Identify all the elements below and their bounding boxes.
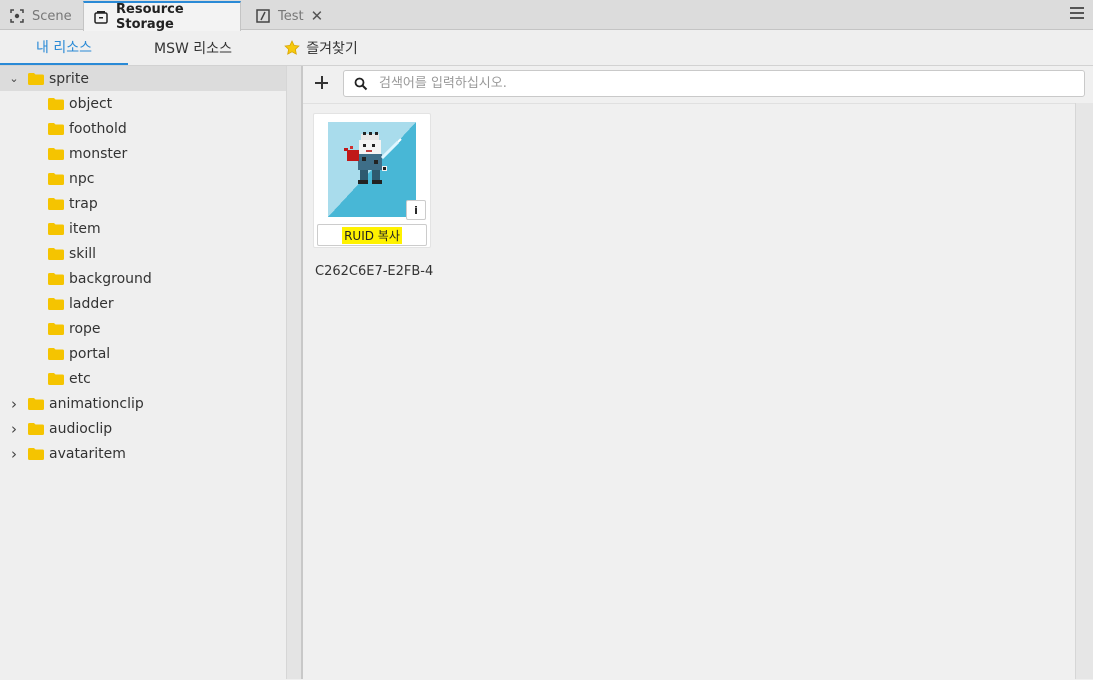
tree-folder-label: audioclip bbox=[49, 420, 113, 437]
folder-icon bbox=[48, 297, 64, 310]
resource-ruid-caption: C262C6E7-E2FB-4 bbox=[315, 264, 434, 279]
tree-folder-background[interactable]: background bbox=[0, 266, 286, 291]
folder-icon bbox=[48, 97, 64, 110]
expand-chevron-icon[interactable]: › bbox=[8, 395, 20, 413]
tree-folder-rope[interactable]: rope bbox=[0, 316, 286, 341]
tree-folder-item[interactable]: item bbox=[0, 216, 286, 241]
tree-folder-ladder[interactable]: ladder bbox=[0, 291, 286, 316]
hamburger-menu-icon[interactable] bbox=[1070, 7, 1084, 21]
folder-icon bbox=[48, 172, 64, 185]
add-resource-button[interactable] bbox=[313, 74, 331, 92]
folder-icon bbox=[28, 397, 44, 410]
folder-icon bbox=[28, 72, 44, 85]
resource-browser: i RUID 복사 C262C6E7-E2FB-4 bbox=[303, 66, 1093, 680]
folder-icon bbox=[28, 447, 44, 460]
tab-test[interactable]: Test ✕ bbox=[246, 2, 332, 30]
editor-tab-strip: Scene Resource Storage Test ✕ bbox=[0, 0, 1093, 32]
tree-folder-label: background bbox=[69, 270, 152, 287]
copy-ruid-button[interactable]: RUID 복사 bbox=[317, 224, 427, 246]
tree-folder-foothold[interactable]: foothold bbox=[0, 116, 286, 141]
tree-folder-npc[interactable]: npc bbox=[0, 166, 286, 191]
tree-scrollbar[interactable] bbox=[286, 66, 302, 679]
folder-icon bbox=[48, 322, 64, 335]
resource-card[interactable]: i RUID 복사 bbox=[313, 113, 431, 248]
info-button[interactable]: i bbox=[406, 200, 426, 220]
folder-icon bbox=[28, 422, 44, 435]
tree-folder-label: object bbox=[69, 95, 113, 112]
tree-folder-etc[interactable]: etc bbox=[0, 366, 286, 391]
folder-tree: ⌄ sprite object foothold monster npc tra… bbox=[0, 66, 286, 679]
tree-folder-label: item bbox=[69, 220, 101, 237]
tree-folder-label: avataritem bbox=[49, 445, 126, 462]
folder-icon bbox=[48, 197, 64, 210]
tree-folder-label: trap bbox=[69, 195, 98, 212]
tree-folder-label: foothold bbox=[69, 120, 127, 137]
tab-favorites[interactable]: 즐겨찾기 bbox=[258, 31, 384, 65]
tab-favorites-label: 즐겨찾기 bbox=[306, 41, 358, 57]
folder-icon bbox=[48, 347, 64, 360]
folder-icon bbox=[48, 222, 64, 235]
folder-icon bbox=[48, 372, 64, 385]
tree-folder-label: etc bbox=[69, 370, 91, 387]
resource-grid: i RUID 복사 C262C6E7-E2FB-4 bbox=[303, 103, 1075, 680]
expand-chevron-icon[interactable]: › bbox=[8, 445, 20, 463]
collapse-chevron-icon[interactable]: ⌄ bbox=[8, 72, 20, 85]
tree-folder-label: animationclip bbox=[49, 395, 144, 412]
folder-icon bbox=[48, 247, 64, 260]
resource-source-tabs: 내 리소스 MSW 리소스 즐겨찾기 bbox=[0, 31, 1093, 66]
tab-resource-storage-label: Resource Storage bbox=[116, 2, 184, 32]
tree-folder-label: sprite bbox=[49, 70, 89, 87]
tree-folder-label: ladder bbox=[69, 295, 114, 312]
tree-folder-label: rope bbox=[69, 320, 101, 337]
script-file-icon bbox=[256, 9, 270, 23]
copy-ruid-label: RUID 복사 bbox=[342, 226, 402, 244]
tree-folder-portal[interactable]: portal bbox=[0, 341, 286, 366]
search-icon bbox=[354, 77, 368, 90]
tab-resource-storage[interactable]: Resource Storage bbox=[83, 1, 241, 32]
tab-msw-resources[interactable]: MSW 리소스 bbox=[130, 31, 256, 65]
expand-chevron-icon[interactable]: › bbox=[8, 420, 20, 438]
folder-icon bbox=[48, 147, 64, 160]
tree-folder-object[interactable]: object bbox=[0, 91, 286, 116]
search-box[interactable] bbox=[343, 70, 1085, 97]
star-icon bbox=[284, 40, 301, 55]
tab-msw-resources-label: MSW 리소스 bbox=[154, 41, 232, 57]
tree-folder-skill[interactable]: skill bbox=[0, 241, 286, 266]
tree-folder-label: npc bbox=[69, 170, 95, 187]
search-input[interactable] bbox=[377, 75, 1061, 92]
tree-folder-label: portal bbox=[69, 345, 111, 362]
tab-test-label: Test bbox=[278, 8, 304, 24]
tab-scene[interactable]: Scene bbox=[0, 2, 82, 30]
tab-my-resources[interactable]: 내 리소스 bbox=[0, 31, 128, 65]
tree-folder-avataritem[interactable]: › avataritem bbox=[0, 441, 286, 466]
close-icon[interactable]: ✕ bbox=[311, 7, 324, 25]
folder-icon bbox=[48, 122, 64, 135]
tree-folder-sprite[interactable]: ⌄ sprite bbox=[0, 66, 286, 91]
content-scrollbar[interactable] bbox=[1075, 103, 1093, 679]
tree-folder-audioclip[interactable]: › audioclip bbox=[0, 416, 286, 441]
tree-folder-label: monster bbox=[69, 145, 128, 162]
storage-box-icon bbox=[94, 10, 108, 24]
tree-folder-label: skill bbox=[69, 245, 97, 262]
folder-icon bbox=[48, 272, 64, 285]
sprite-thumbnail bbox=[328, 122, 416, 217]
tree-folder-monster[interactable]: monster bbox=[0, 141, 286, 166]
tree-folder-trap[interactable]: trap bbox=[0, 191, 286, 216]
scene-focus-icon bbox=[10, 9, 24, 23]
tree-folder-animationclip[interactable]: › animationclip bbox=[0, 391, 286, 416]
tab-scene-label: Scene bbox=[32, 8, 72, 24]
tab-my-resources-label: 내 리소스 bbox=[36, 40, 92, 56]
